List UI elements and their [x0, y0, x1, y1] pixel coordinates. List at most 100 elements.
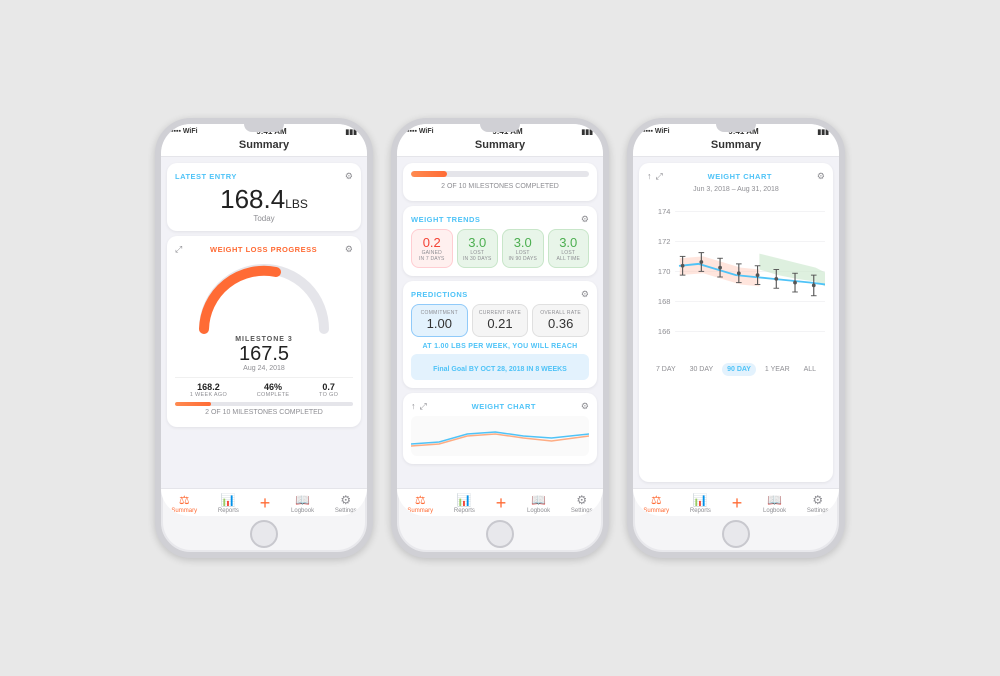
predictions-header: Predictions ⚙	[411, 289, 589, 300]
chart-icons-2: ↑ ⤢	[411, 401, 427, 412]
phone-2: ▪▪▪▪ WiFi 9:41 AM ▮▮▮ Summary 2 OF 10 MI…	[391, 118, 609, 558]
tab-settings-icon-1: ⚙	[340, 493, 351, 507]
tab-summary-icon-1: ⚖	[179, 493, 190, 507]
tab-logbook-3[interactable]: 📖 Logbook	[763, 493, 786, 514]
trend-90-lbl: LOSTIN 90 DAYS	[506, 250, 540, 262]
gear-icon-chart-2[interactable]: ⚙	[581, 401, 589, 412]
home-button-2[interactable]	[486, 520, 514, 548]
tab-add-2[interactable]: +	[496, 493, 507, 514]
battery-icon: ▮▮▮	[345, 128, 357, 136]
to-go-val: 0.7	[319, 382, 338, 392]
complete-lbl: COMPLETE	[257, 392, 290, 398]
phone-notch-2	[480, 124, 520, 132]
screen-content-2: 2 OF 10 MILESTONES COMPLETED Weight Tren…	[397, 157, 603, 488]
tab-reports-2[interactable]: 📊 Reports	[454, 493, 475, 514]
period-all[interactable]: ALL	[799, 363, 821, 376]
trend-30: 3.0 LOSTIN 30 DAYS	[457, 229, 499, 268]
gear-icon-predictions[interactable]: ⚙	[581, 289, 589, 300]
tab-summary-label-2: Summary	[407, 508, 433, 514]
week-ago-val: 168.2	[190, 382, 227, 392]
svg-text:166: 166	[658, 327, 671, 336]
tab-logbook-icon-1: 📖	[295, 493, 310, 507]
trend-90-val: 3.0	[506, 235, 540, 250]
tab-add-icon-1: +	[260, 493, 271, 514]
tab-add-icon-2: +	[496, 493, 507, 514]
tab-summary-1[interactable]: ⚖ Summary	[171, 493, 197, 514]
expand-icon-2[interactable]: ⤢	[420, 401, 427, 412]
period-90day[interactable]: 90 DAY	[722, 363, 756, 376]
milestones-text-1: 2 OF 10 MILESTONES COMPLETED	[175, 409, 353, 416]
tab-settings-3[interactable]: ⚙ Settings	[807, 493, 829, 514]
chart-period-tabs: 7 DAY 30 DAY 90 DAY 1 YEAR ALL	[647, 363, 825, 376]
tab-settings-2[interactable]: ⚙ Settings	[571, 493, 593, 514]
screen-content-3: ↑ ⤢ Weight Chart ⚙ Jun 3, 2018 – Aug 31,…	[633, 157, 839, 488]
tab-settings-icon-2: ⚙	[576, 493, 587, 507]
pred-commitment-val: 1.00	[415, 316, 464, 331]
tab-bar-2: ⚖ Summary 📊 Reports + 📖 Logbook ⚙ Settin…	[397, 488, 603, 516]
chart-area: 174 172 170 168 166	[647, 197, 825, 357]
expand-icon[interactable]: ⤢	[175, 244, 182, 255]
progress-bar-fill	[175, 402, 211, 406]
weight-display: 168.4LBS	[175, 186, 353, 212]
home-button-3[interactable]	[722, 520, 750, 548]
progress-card-header: ⤢ Weight Loss Progress ⚙	[175, 244, 353, 255]
period-1year[interactable]: 1 YEAR	[760, 363, 795, 376]
trend-gained: 0.2 GAINEDIN 7 DAYS	[411, 229, 453, 268]
period-30day[interactable]: 30 DAY	[685, 363, 719, 376]
trends-header: Weight Trends ⚙	[411, 214, 589, 225]
pred-commitment: COMMITMENT 1.00	[411, 304, 468, 337]
period-7day[interactable]: 7 DAY	[651, 363, 681, 376]
tab-logbook-label-2: Logbook	[527, 508, 550, 514]
weight-unit: LBS	[285, 197, 308, 211]
tab-bar-3: ⚖ Summary 📊 Reports + 📖 Logbook ⚙ Settin…	[633, 488, 839, 516]
predictions-grid: COMMITMENT 1.00 CURRENT RATE 0.21 OVERAL…	[411, 304, 589, 337]
tab-settings-label-1: Settings	[335, 508, 357, 514]
svg-text:172: 172	[658, 237, 671, 246]
prediction-at-rate-text: AT 1.00 LBS PER WEEK, YOU WILL REACH	[411, 343, 589, 350]
volume-button-2	[391, 184, 393, 204]
gear-icon-chart-3[interactable]: ⚙	[817, 171, 825, 182]
tab-reports-icon-3: 📊	[693, 493, 708, 507]
tab-reports-1[interactable]: 📊 Reports	[218, 493, 239, 514]
tab-add-icon-3: +	[732, 493, 743, 514]
tab-add-1[interactable]: +	[260, 493, 271, 514]
phones-container: ▪▪▪▪ WiFi 9:41 AM ▮▮▮ Summary Latest Ent…	[155, 118, 845, 558]
svg-text:170: 170	[658, 267, 671, 276]
tab-summary-3[interactable]: ⚖ Summary	[643, 493, 669, 514]
gauge-svg	[194, 259, 334, 334]
tab-logbook-2[interactable]: 📖 Logbook	[527, 493, 550, 514]
power-button-3	[843, 194, 845, 224]
signal-icon-2: ▪▪▪▪ WiFi	[407, 128, 434, 135]
weight-chart-title-3: Weight Chart	[708, 172, 772, 181]
tab-settings-1[interactable]: ⚙ Settings	[335, 493, 357, 514]
gear-icon-2[interactable]: ⚙	[345, 244, 353, 255]
nav-title-2: Summary	[397, 137, 603, 157]
share-icon-3[interactable]: ↑	[647, 171, 652, 182]
volume-button-3	[627, 184, 629, 204]
share-icon-2[interactable]: ↑	[411, 401, 416, 412]
tab-summary-2[interactable]: ⚖ Summary	[407, 493, 433, 514]
tab-reports-label-2: Reports	[454, 508, 475, 514]
tab-add-3[interactable]: +	[732, 493, 743, 514]
expand-icon-3[interactable]: ⤢	[656, 171, 663, 182]
trend-all-lbl: LOSTALL TIME	[552, 250, 586, 262]
trend-gained-lbl: GAINEDIN 7 DAYS	[415, 250, 449, 262]
tab-reports-3[interactable]: 📊 Reports	[690, 493, 711, 514]
week-ago-stat: 168.2 1 WEEK AGO	[190, 382, 227, 398]
tab-logbook-label-3: Logbook	[763, 508, 786, 514]
tab-summary-label-1: Summary	[171, 508, 197, 514]
tab-logbook-1[interactable]: 📖 Logbook	[291, 493, 314, 514]
nav-title-3: Summary	[633, 137, 839, 157]
phone-notch	[244, 124, 284, 132]
gear-icon-1[interactable]: ⚙	[345, 171, 353, 182]
home-button-1[interactable]	[250, 520, 278, 548]
tab-summary-icon-2: ⚖	[415, 493, 426, 507]
milestone-progress-bar	[411, 171, 589, 177]
predictions-card: Predictions ⚙ COMMITMENT 1.00 CURRENT RA…	[403, 281, 597, 388]
progress-bar-row	[175, 402, 353, 406]
gear-icon-trends[interactable]: ⚙	[581, 214, 589, 225]
pred-overall: OVERALL RATE 0.36	[532, 304, 589, 337]
weight-date: Today	[175, 214, 353, 223]
prediction-goal-text: Final Goal BY OCT 28, 2018 IN 8 WEEKS	[433, 366, 567, 373]
card-header: Latest Entry ⚙	[175, 171, 353, 182]
